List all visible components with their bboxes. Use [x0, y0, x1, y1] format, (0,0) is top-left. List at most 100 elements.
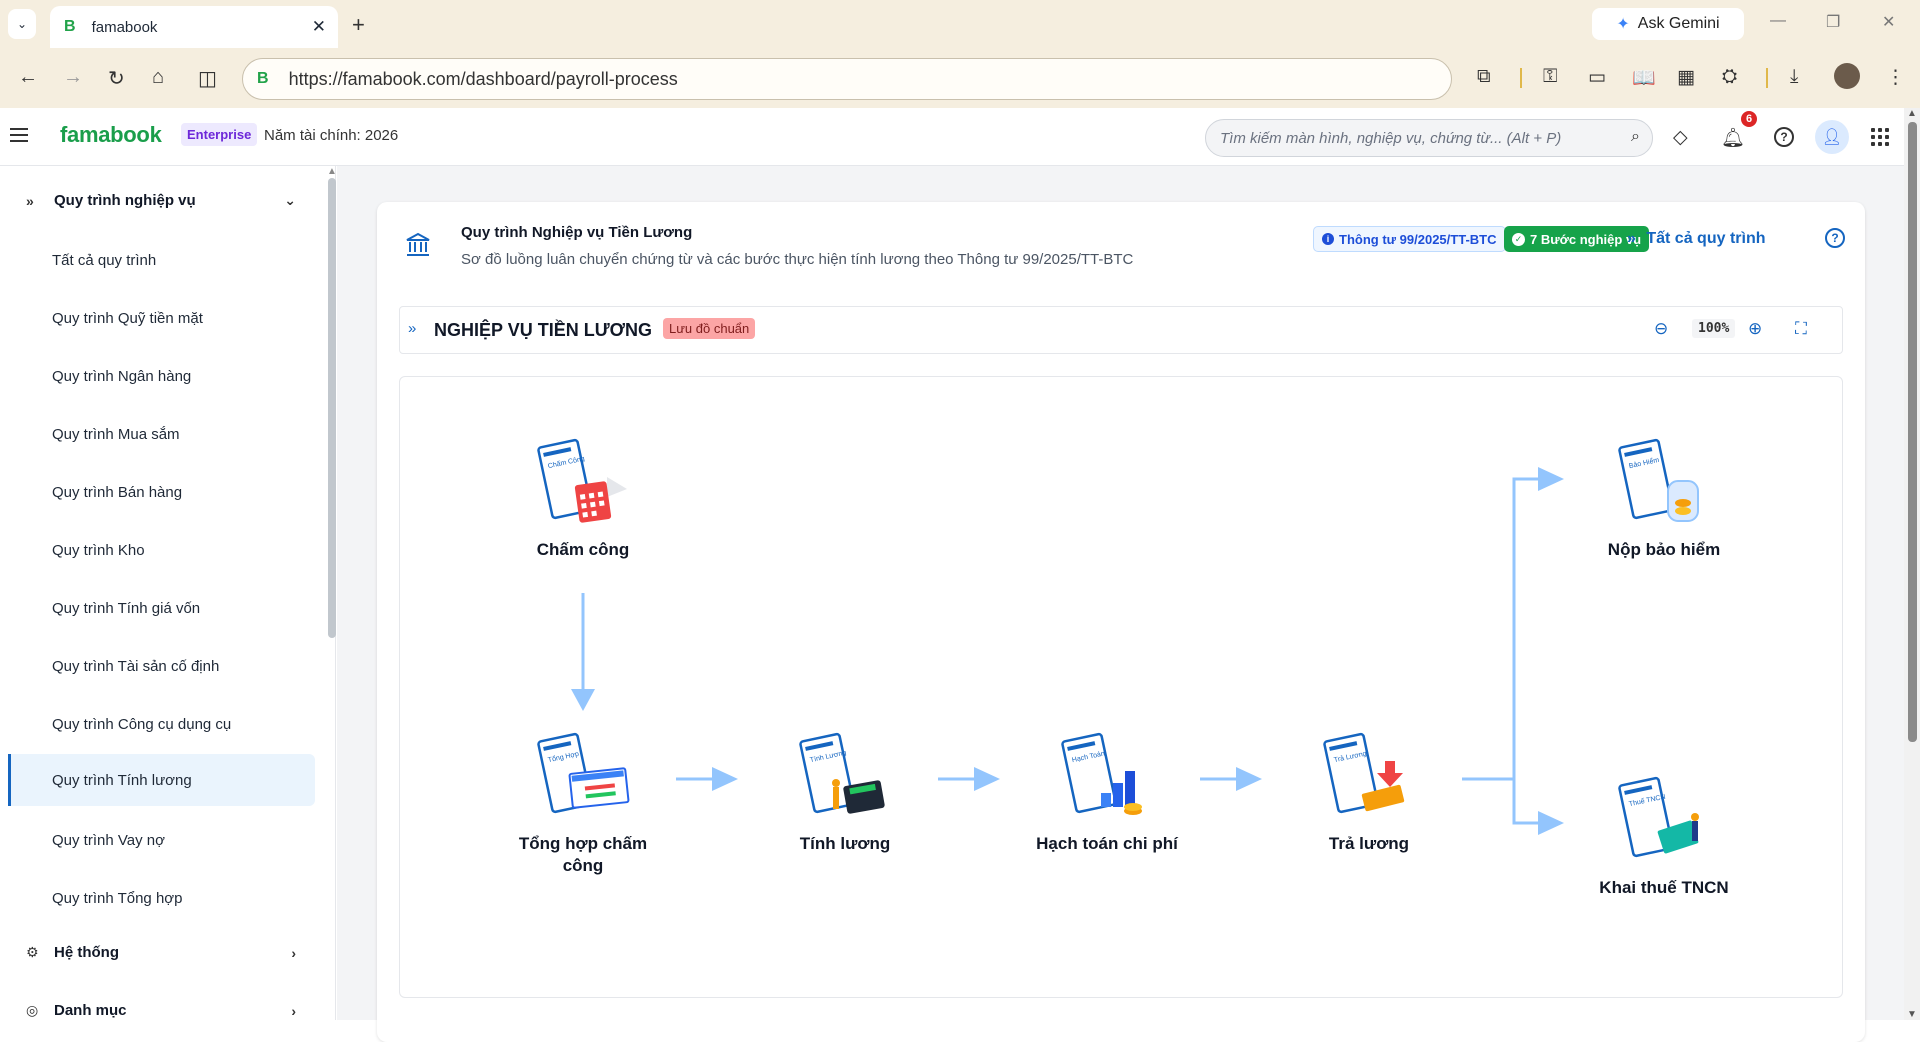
sidebar-item-general[interactable]: Quy trình Tổng hợp — [8, 872, 315, 924]
browser-toolbar: ← → ↻ ⌂ ◫ B https://famabook.com/dashboa… — [0, 48, 1920, 108]
ask-gemini-button[interactable]: ✦ Ask Gemini — [1592, 8, 1744, 40]
notification-bell-icon[interactable]: 🔔︎ — [1721, 126, 1745, 150]
tab-search-button[interactable]: ⌄ — [8, 9, 36, 39]
all-processes-link[interactable]: » Tất cả quy trình — [1627, 230, 1765, 248]
minimize-button[interactable]: — — [1770, 12, 1786, 30]
restore-button[interactable]: ❐ — [1826, 12, 1840, 32]
passwords-icon[interactable]: ⚿ — [1543, 66, 1557, 88]
hamburger-menu-icon[interactable] — [10, 128, 28, 142]
double-chevron-icon: » — [26, 192, 34, 209]
search-placeholder: Tìm kiếm màn hình, nghiệp vụ, chứng từ..… — [1220, 129, 1562, 147]
sidebar-item-sales[interactable]: Quy trình Bán hàng — [8, 466, 315, 518]
sidebar-item-purchasing[interactable]: Quy trình Mua sắm — [8, 408, 315, 460]
flow-node-insurance[interactable]: Bảo Hiểm Nộp bảo hiểm — [1584, 437, 1744, 561]
new-tab-button[interactable]: + — [352, 12, 365, 38]
zoom-out-icon[interactable]: ⊖ — [1654, 319, 1668, 339]
famabook-logo[interactable]: famabook — [60, 122, 162, 148]
forward-button[interactable]: → — [63, 66, 83, 89]
payment-card-icon[interactable]: ▭ — [1588, 66, 1606, 89]
flow-node-cost-accounting[interactable]: Hạch Toán Hạch toán chi phí — [1027, 731, 1187, 855]
sidebar-item-loans[interactable]: Quy trình Vay nợ — [8, 814, 315, 866]
sidebar-item-all-processes[interactable]: Tất cả quy trình — [8, 234, 315, 286]
zoom-in-icon[interactable]: ⊕ — [1748, 319, 1762, 339]
profile-avatar[interactable] — [1834, 63, 1860, 89]
browser-menu-icon[interactable]: ⋮ — [1886, 66, 1905, 89]
search-icon[interactable]: ⌕ — [1631, 128, 1640, 146]
browser-tab[interactable]: B famabook ✕ — [50, 6, 338, 48]
diamond-icon[interactable]: ◇ — [1673, 126, 1688, 149]
sidebar-item-inventory[interactable]: Quy trình Kho — [8, 524, 315, 576]
circular-tag: i Thông tư 99/2025/TT-BTC — [1313, 226, 1506, 252]
extensions-icon[interactable]: ⧉ — [1477, 66, 1491, 88]
sidebar-item-cash[interactable]: Quy trình Quỹ tiền mặt — [8, 292, 315, 344]
address-bar[interactable]: B https://famabook.com/dashboard/payroll… — [242, 58, 1452, 100]
sidebar-scrollbar[interactable] — [328, 178, 336, 638]
bank-building-icon — [405, 232, 431, 265]
flow-node-payroll-calc[interactable]: Tính Lương Tính lương — [765, 731, 925, 855]
page-scrollbar[interactable]: ▲ ▼ — [1904, 108, 1920, 1020]
sidebar-section-system[interactable]: ⚙ Hệ thống › — [26, 944, 296, 961]
sidebar-section-processes[interactable]: » Quy trình nghiệp vụ ⌄ — [26, 192, 296, 209]
scroll-up-icon[interactable]: ▲ — [1907, 108, 1917, 119]
back-button[interactable]: ← — [18, 66, 38, 89]
sidebar-item-costing[interactable]: Quy trình Tính giá vốn — [8, 582, 315, 634]
close-window-button[interactable]: ✕ — [1882, 12, 1895, 32]
node-label: Chấm công — [536, 540, 630, 559]
timekeeping-doc-icon: Chấm Công — [537, 438, 627, 523]
tab-layout-icon[interactable]: ▦ — [1677, 66, 1695, 89]
flow-node-pit-declaration[interactable]: Thuế TNCN Khai thuế TNCN — [1584, 775, 1744, 899]
browser-tab-bar: ⌄ B famabook ✕ + ✦ Ask Gemini — ❐ ✕ — [0, 0, 1920, 48]
reading-mode-icon[interactable]: 📖 — [1632, 66, 1656, 90]
reload-button[interactable]: ↻ — [108, 66, 125, 91]
steps-tag-label: 7 Bước nghiệp vụ — [1530, 231, 1642, 247]
double-chevron-icon: » — [408, 320, 417, 337]
global-search-input[interactable]: Tìm kiếm màn hình, nghiệp vụ, chứng từ..… — [1205, 119, 1653, 157]
sidebar-item-fixed-assets[interactable]: Quy trình Tài sản cố định — [8, 640, 315, 692]
sidebar-section-catalog[interactable]: ◎ Danh mục › — [26, 1002, 296, 1019]
info-icon: i — [1322, 233, 1334, 245]
scrollbar-thumb[interactable] — [1908, 122, 1917, 742]
user-avatar-icon[interactable]: 👤︎ — [1815, 120, 1849, 154]
chevron-right-icon: › — [291, 944, 296, 961]
node-label: Tổng hợp chấm công — [518, 834, 648, 875]
section-header-bar: » NGHIỆP VỤ TIỀN LƯƠNG Lưu đồ chuẩn ⊖ 10… — [399, 306, 1843, 354]
all-processes-label: Tất cả quy trình — [1646, 230, 1766, 247]
flow-node-timekeeping[interactable]: Chấm Công Chấm công — [503, 437, 663, 561]
help-circle-icon[interactable]: ? — [1825, 228, 1845, 248]
split-view-button[interactable]: ◫ — [198, 66, 217, 91]
toolbar-divider-2 — [1766, 68, 1768, 88]
plan-badge: Enterprise — [181, 123, 258, 146]
tab-favicon: B — [64, 18, 76, 35]
incognito-icon[interactable]: ⛭ — [1722, 66, 1737, 88]
sidebar-item-payroll[interactable]: Quy trình Tính lương — [8, 754, 315, 806]
flow-diagram: Chấm Công Chấm công Tổng Hợp Tổng hợp ch… — [399, 376, 1843, 998]
sidebar-item-tools[interactable]: Quy trình Công cụ dụng cụ — [8, 698, 315, 750]
home-button[interactable]: ⌂ — [152, 66, 164, 89]
url-text: https://famabook.com/dashboard/payroll-p… — [288, 68, 678, 89]
salary-payment-doc-icon: Trả Lương — [1323, 732, 1405, 814]
fullscreen-icon[interactable]: ⛶ — [1795, 319, 1807, 339]
flow-node-timesheet-summary[interactable]: Tổng Hợp Tổng hợp chấm công — [503, 731, 663, 877]
help-icon[interactable]: ? — [1774, 127, 1794, 147]
toolbar-divider — [1520, 68, 1522, 88]
sidebar-item-bank[interactable]: Quy trình Ngân hàng — [8, 350, 315, 402]
sidebar-system-label: Hệ thống — [54, 944, 119, 961]
apps-grid-icon[interactable] — [1871, 128, 1889, 146]
section-title: NGHIỆP VỤ TIỀN LƯƠNG — [434, 320, 652, 340]
payroll-calc-doc-icon: Tính Lương — [799, 732, 885, 814]
circular-tag-label: Thông tư 99/2025/TT-BTC — [1339, 231, 1497, 247]
app-header: famabook Enterprise Năm tài chính: 2026 … — [0, 108, 1904, 166]
flow-node-salary-payment[interactable]: Trả Lương Trả lương — [1289, 731, 1449, 855]
fiscal-year-label[interactable]: Năm tài chính: 2026 — [264, 127, 398, 144]
sidebar: » Quy trình nghiệp vụ ⌄ Tất cả quy trình… — [0, 166, 337, 1020]
site-favicon: B — [257, 70, 269, 87]
sidebar-catalog-label: Danh mục — [54, 1002, 127, 1019]
sidebar-scroll-up-icon[interactable]: ▲ — [327, 166, 337, 177]
node-label: Hạch toán chi phí — [1036, 834, 1178, 853]
tab-close-icon[interactable]: ✕ — [312, 17, 326, 37]
process-card: Quy trình Nghiệp vụ Tiền Lương Sơ đồ luồ… — [377, 202, 1865, 1042]
scroll-down-icon[interactable]: ▼ — [1907, 1009, 1917, 1020]
gears-icon: ⚙ — [26, 944, 39, 960]
card-subtitle: Sơ đồ luồng luân chuyển chứng từ và các … — [461, 251, 1134, 268]
download-icon[interactable]: ⤓ — [1790, 66, 1798, 88]
